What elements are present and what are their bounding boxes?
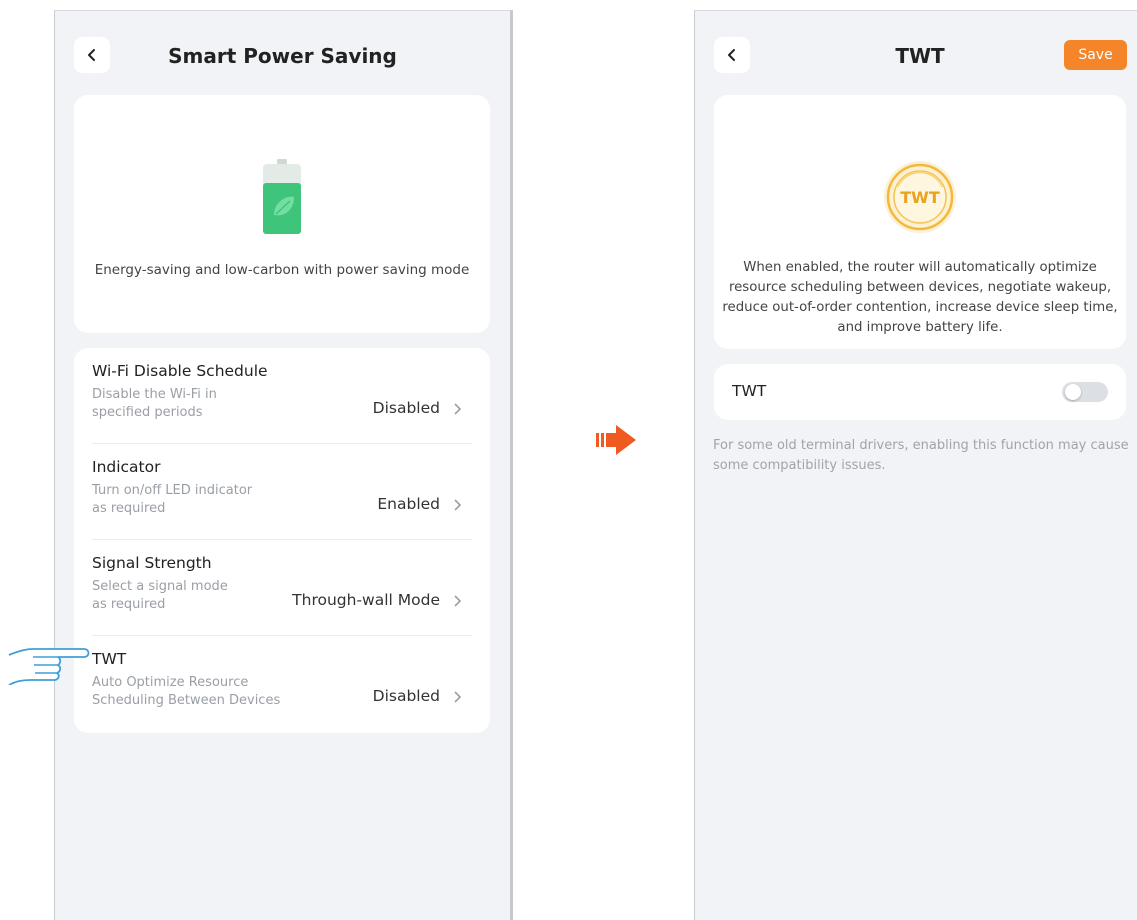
smart-power-saving-screen: Smart Power Saving Energy-saving and low… xyxy=(54,10,513,920)
settings-list-card: Wi-Fi Disable Schedule Disable the Wi-Fi… xyxy=(74,348,490,733)
list-item-indicator[interactable]: Indicator Turn on/off LED indicator as r… xyxy=(92,458,472,538)
divider xyxy=(92,443,472,444)
page-title: Smart Power Saving xyxy=(168,44,397,68)
toggle-knob xyxy=(1065,384,1081,400)
twt-toggle-switch[interactable] xyxy=(1062,382,1108,402)
twt-description: When enabled, the router will automatica… xyxy=(714,258,1126,338)
chevron-right-icon xyxy=(454,499,462,511)
note-line: some compatibility issues. xyxy=(713,458,886,473)
item-title: Wi-Fi Disable Schedule xyxy=(92,362,268,380)
description-line: and improve battery life. xyxy=(837,320,1003,335)
item-value: Enabled xyxy=(377,495,440,513)
twt-toggle-label: TWT xyxy=(732,382,767,400)
item-value: Disabled xyxy=(372,687,440,705)
divider xyxy=(92,539,472,540)
chevron-right-icon xyxy=(454,691,462,703)
arrow-right-icon xyxy=(596,425,636,455)
item-title: Signal Strength xyxy=(92,554,212,572)
description-line: When enabled, the router will automatica… xyxy=(743,260,1097,275)
twt-description-card: TWT When enabled, the router will automa… xyxy=(714,95,1126,349)
note-line: For some old terminal drivers, enabling … xyxy=(713,438,1129,453)
save-button[interactable]: Save xyxy=(1064,40,1127,70)
item-value: Disabled xyxy=(372,399,440,417)
chevron-right-icon xyxy=(454,403,462,415)
twt-screen: TWT Save TWT When enabled, the router wi… xyxy=(694,10,1137,920)
description-line: reduce out-of-order contention, increase… xyxy=(722,300,1118,315)
hero-description: Energy-saving and low-carbon with power … xyxy=(94,262,470,278)
twt-toggle-card: TWT xyxy=(714,364,1126,420)
divider xyxy=(92,635,472,636)
item-title: TWT xyxy=(92,650,127,668)
list-item-signal-strength[interactable]: Signal Strength Select a signal mode as … xyxy=(92,554,472,634)
item-title: Indicator xyxy=(92,458,161,476)
pointing-hand-icon xyxy=(8,648,90,685)
compatibility-note: For some old terminal drivers, enabling … xyxy=(713,436,1133,476)
twt-badge-icon: TWT xyxy=(884,161,956,233)
battery-leaf-icon xyxy=(263,159,301,234)
list-item-twt[interactable]: TWT Auto Optimize Resource Scheduling Be… xyxy=(92,650,472,730)
twt-badge-text: TWT xyxy=(900,188,940,207)
chevron-right-icon xyxy=(454,595,462,607)
item-value: Through-wall Mode xyxy=(292,591,440,609)
hero-card: Energy-saving and low-carbon with power … xyxy=(74,95,490,333)
list-item-wifi-disable-schedule[interactable]: Wi-Fi Disable Schedule Disable the Wi-Fi… xyxy=(92,362,472,442)
description-line: resource scheduling between devices, neg… xyxy=(728,280,1112,295)
